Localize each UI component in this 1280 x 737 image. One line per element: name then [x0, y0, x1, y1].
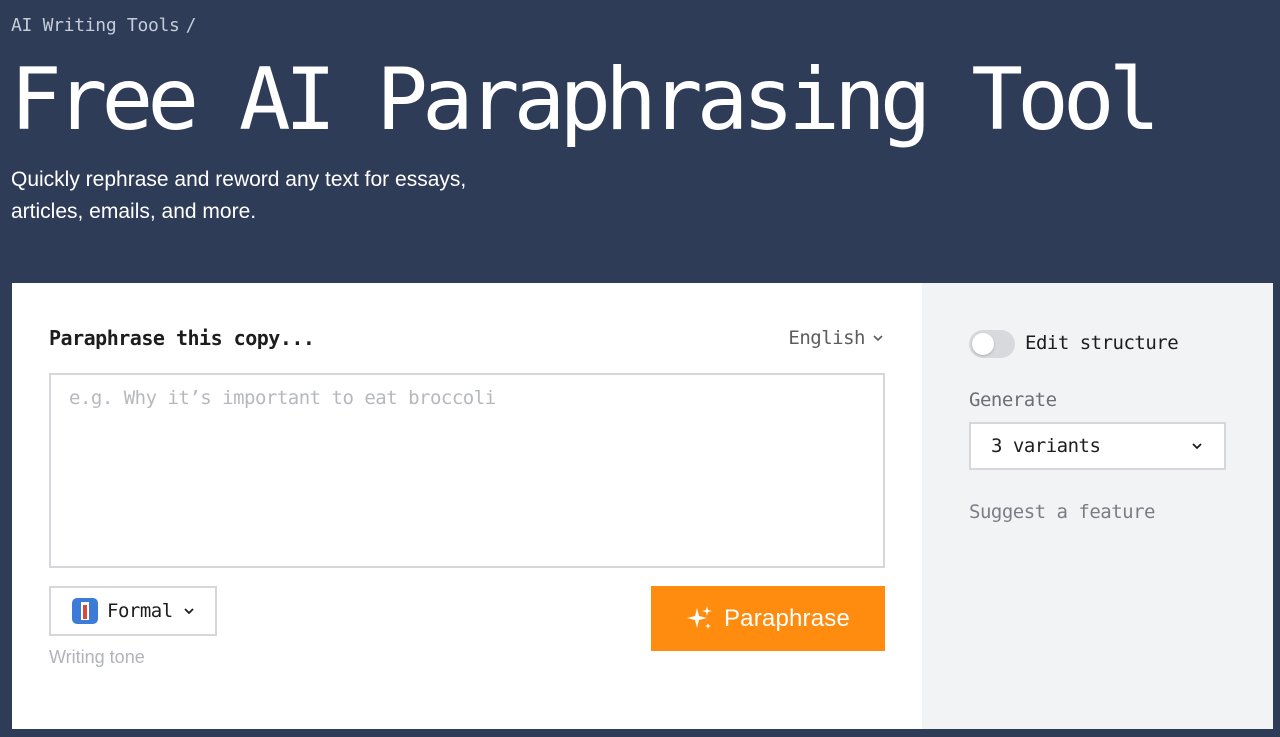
paraphrase-button-label: Paraphrase — [723, 604, 851, 632]
options-panel: Edit structure Generate 3 variants Sugge… — [922, 283, 1273, 729]
suggest-feature-link[interactable]: Suggest a feature — [969, 501, 1155, 523]
breadcrumb-link-ai-writing-tools[interactable]: AI Writing Tools — [11, 15, 180, 36]
language-select[interactable]: English — [788, 327, 885, 349]
variants-value: 3 variants — [991, 435, 1101, 457]
tone-select[interactable]: Formal — [49, 586, 217, 636]
tone-caption: Writing tone — [49, 647, 145, 667]
chevron-down-icon — [1192, 443, 1202, 450]
paraphrase-card: Paraphrase this copy... English Formal W… — [12, 283, 1273, 729]
page-subtitle: Quickly rephrase and reword any text for… — [11, 168, 467, 223]
editor-panel: Paraphrase this copy... English Formal W… — [12, 283, 922, 729]
toggle-knob — [972, 333, 994, 355]
variants-select[interactable]: 3 variants — [969, 422, 1226, 470]
chevron-down-icon — [873, 335, 883, 342]
page-title: Free AI Paraphrasing Tool — [10, 50, 1160, 150]
edit-structure-label: Edit structure — [1025, 332, 1179, 354]
language-value: English — [788, 327, 865, 349]
generate-label: Generate — [969, 389, 1057, 411]
necktie-icon — [72, 598, 98, 624]
edit-structure-toggle[interactable] — [969, 330, 1015, 358]
sparkle-icon — [686, 605, 712, 629]
tone-value: Formal — [107, 600, 173, 622]
breadcrumb: AI Writing Tools / — [11, 15, 196, 36]
input-label: Paraphrase this copy... — [49, 326, 315, 350]
paraphrase-button[interactable]: Paraphrase — [651, 586, 885, 651]
breadcrumb-separator: / — [185, 15, 197, 36]
chevron-down-icon — [184, 608, 194, 615]
text-input[interactable] — [49, 373, 885, 568]
